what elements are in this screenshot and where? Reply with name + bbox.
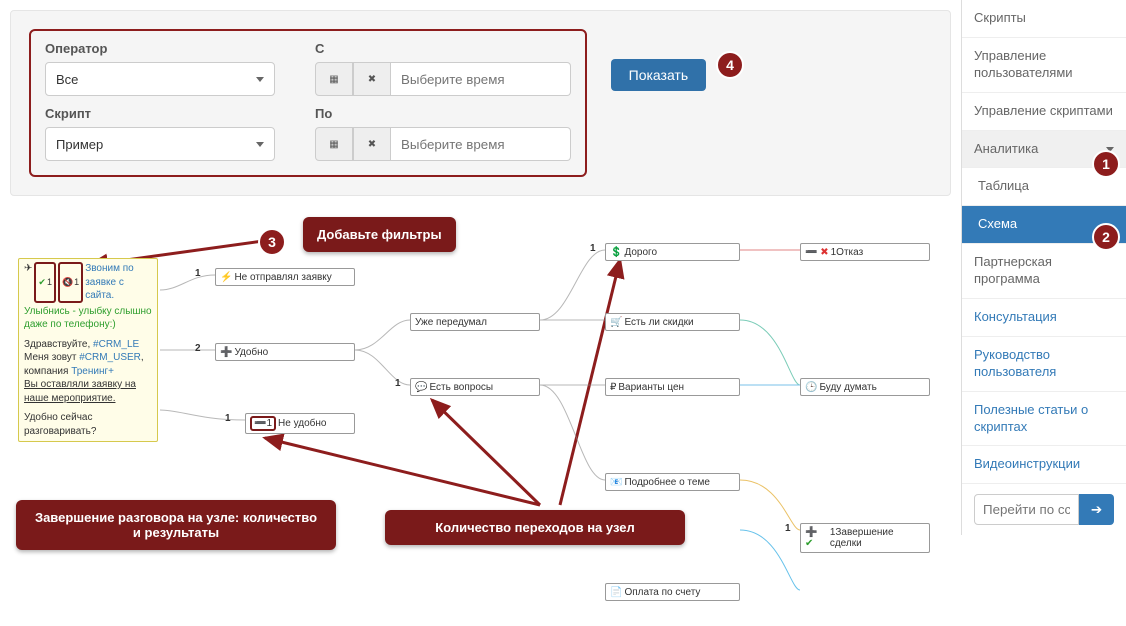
edge-count: 2 <box>195 343 201 354</box>
badge-3: 3 <box>258 228 286 256</box>
script-value: Пример <box>56 137 103 152</box>
plane-icon: ✈ <box>24 262 32 303</box>
menu-analytics-label: Аналитика <box>974 141 1038 158</box>
node-otkaz[interactable]: ➖ ✖1Отказ <box>800 243 930 261</box>
edge-count: 1 <box>225 413 231 424</box>
script-start-card[interactable]: ✈ ✔1 🔇1 Звоним по заявке с сайта. Улыбни… <box>18 258 158 442</box>
node-voprosy[interactable]: 💬Есть вопросы <box>410 378 540 396</box>
node-varianty[interactable]: ₽Варианты цен <box>605 378 740 396</box>
filter-panel: Оператор Все С ▦ ✖ <box>10 10 951 196</box>
node-skidki[interactable]: 🛒Есть ли скидки <box>605 313 740 331</box>
to-input[interactable] <box>391 127 571 161</box>
badge-2: 2 <box>1092 223 1120 251</box>
calendar-icon: ▦ <box>329 74 338 85</box>
script-label: Скрипт <box>45 106 275 121</box>
node-peredumal[interactable]: Уже передумал <box>410 313 540 331</box>
close-icon: ✖ <box>368 139 376 150</box>
callout-node-end: Завершение разговора на узле: количество… <box>16 500 336 550</box>
edge-count: 1 <box>395 378 401 389</box>
card-title: Звоним по заявке с сайта. <box>85 262 152 303</box>
close-icon: ✖ <box>368 74 376 85</box>
audio-badge: 🔇1 <box>58 262 83 303</box>
show-button[interactable]: Показать <box>611 59 707 91</box>
node-oplata[interactable]: 📄Оплата по счету <box>605 583 740 601</box>
edge-count: 1 <box>590 243 596 254</box>
clear-from-button[interactable]: ✖ <box>353 62 391 96</box>
calendar-icon: ▦ <box>329 139 338 150</box>
menu-scripts[interactable]: Скрипты <box>962 0 1126 38</box>
edge-count: 1 <box>195 268 201 279</box>
to-label: По <box>315 106 571 121</box>
success-badge: ✔1 <box>34 262 56 303</box>
from-label: С <box>315 41 571 56</box>
card-smile: Улыбнись - улыбку слышно даже по телефон… <box>24 305 152 332</box>
sidebar: Скрипты Управление пользователями Управл… <box>961 0 1126 535</box>
node-udobno[interactable]: ➕Удобно <box>215 343 355 361</box>
menu-users[interactable]: Управление пользователями <box>962 38 1126 93</box>
diagram-area: ✈ ✔1 🔇1 Звоним по заявке с сайта. Улыбни… <box>0 200 960 620</box>
menu-manage-scripts[interactable]: Управление скриптами <box>962 93 1126 131</box>
badge-1: 1 <box>1092 150 1120 178</box>
goto-input[interactable] <box>974 494 1079 525</box>
node-zavershenie[interactable]: ➕ ✔1Завершение сделки <box>800 523 930 553</box>
calendar-from-button[interactable]: ▦ <box>315 62 353 96</box>
edge-count: 1 <box>785 523 791 534</box>
menu-video[interactable]: Видеоинструкции <box>962 446 1126 484</box>
clear-to-button[interactable]: ✖ <box>353 127 391 161</box>
callout-transitions: Количество переходов на узел <box>385 510 685 545</box>
menu-consult[interactable]: Консультация <box>962 299 1126 337</box>
node-podrobnee[interactable]: 📧Подробнее о теме <box>605 473 740 491</box>
node-dorogo[interactable]: 💲Дорого <box>605 243 740 261</box>
goto-button[interactable]: ➔ <box>1079 494 1114 525</box>
badge-4: 4 <box>716 51 744 79</box>
callout-add-filters: Добавьте фильтры <box>303 217 456 252</box>
chevron-down-icon <box>256 142 264 147</box>
operator-value: Все <box>56 72 78 87</box>
operator-select[interactable]: Все <box>45 62 275 96</box>
chevron-down-icon <box>256 77 264 82</box>
menu-guide[interactable]: Руководство пользователя <box>962 337 1126 392</box>
filter-box-highlight: Оператор Все С ▦ ✖ <box>29 29 587 177</box>
operator-label: Оператор <box>45 41 275 56</box>
calendar-to-button[interactable]: ▦ <box>315 127 353 161</box>
script-select[interactable]: Пример <box>45 127 275 161</box>
node-dumat[interactable]: 🕒Буду думать <box>800 378 930 396</box>
from-input[interactable] <box>391 62 571 96</box>
menu-partner[interactable]: Партнерская программа <box>962 244 1126 299</box>
node-neudobno[interactable]: ➖1Не удобно <box>245 413 355 434</box>
arrow-right-icon: ➔ <box>1091 502 1102 517</box>
node-not-sent[interactable]: ⚡Не отправлял заявку <box>215 268 355 286</box>
menu-articles[interactable]: Полезные статьи о скриптах <box>962 392 1126 447</box>
